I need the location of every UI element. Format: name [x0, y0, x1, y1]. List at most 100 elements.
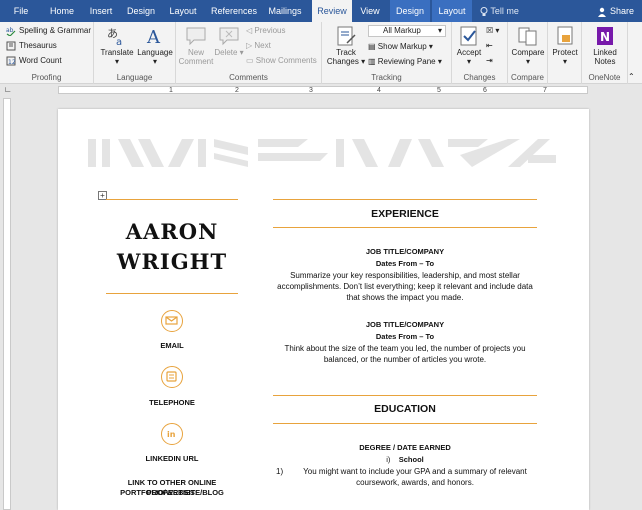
- previous-label: Previous: [254, 26, 286, 35]
- collapse-ribbon-icon[interactable]: ⌃: [628, 72, 635, 81]
- tab-selector-icon[interactable]: ∟: [4, 85, 12, 94]
- new-comment-label-1: New: [187, 48, 204, 57]
- group-label-changes: Changes: [463, 73, 496, 82]
- show-comments-button[interactable]: ▭ Show Comments: [246, 56, 317, 65]
- protect-button[interactable]: Protect ▾: [550, 25, 580, 66]
- next-change-button[interactable]: ⇥: [486, 56, 493, 65]
- chevron-down-icon: ▾: [437, 26, 442, 35]
- tab-view[interactable]: View: [356, 0, 384, 22]
- tab-review[interactable]: Review: [312, 0, 352, 22]
- linked-notes-button[interactable]: N Linked Notes: [584, 25, 626, 66]
- thesaurus-button[interactable]: Thesaurus: [6, 41, 57, 51]
- onenote-icon: N: [597, 27, 613, 45]
- previous-change-button[interactable]: ⇤: [486, 41, 493, 50]
- translate-button[interactable]: あa Translate ▾: [98, 25, 136, 66]
- group-label-compare: Compare: [511, 73, 544, 82]
- accept-label: Accept: [456, 48, 482, 57]
- vertical-ruler[interactable]: [3, 98, 11, 510]
- markup-select-value: All Markup: [383, 26, 421, 35]
- tab-design[interactable]: Design: [122, 0, 160, 22]
- linked-label-1: Linked: [593, 48, 617, 57]
- tab-insert[interactable]: Insert: [84, 0, 118, 22]
- reject-icon: ☒ ▾: [486, 26, 500, 35]
- lightbulb-icon: [480, 6, 488, 16]
- job2-description: Think about the size of the team you led…: [284, 344, 526, 364]
- next-change-icon: ⇥: [486, 56, 493, 65]
- education-description: You might want to include your GPA and a…: [303, 467, 527, 487]
- show-markup-button[interactable]: ▤ Show Markup ▾: [368, 42, 433, 51]
- compare-button[interactable]: Compare ▾: [510, 25, 546, 66]
- reject-button[interactable]: ☒ ▾: [486, 26, 499, 35]
- accept-icon: [460, 26, 477, 46]
- language-button[interactable]: A Language ▾: [136, 25, 174, 66]
- track-changes-button[interactable]: Track Changes ▾: [326, 25, 366, 66]
- delete-comment-button[interactable]: Delete ▾: [214, 25, 244, 57]
- group-proofing: abSpelling & Grammar Thesaurus 123Word C…: [0, 22, 94, 84]
- accept-button[interactable]: Accept ▾: [454, 25, 484, 66]
- job1-dates: Dates From – To: [375, 259, 435, 268]
- track-label-1: Track: [336, 48, 356, 57]
- translate-label: Translate: [100, 48, 134, 57]
- degree-line: DEGREE / DATE EARNED: [359, 443, 451, 452]
- tab-layout[interactable]: Layout: [164, 0, 202, 22]
- ruler-track[interactable]: 1 2 3 4 5 6 7: [58, 86, 588, 94]
- job1-title: JOB TITLE/COMPANY: [365, 247, 445, 256]
- share-label: Share: [609, 6, 634, 16]
- job2-dates: Dates From – To: [375, 332, 435, 341]
- next-comment-button[interactable]: ▷ Next: [246, 41, 271, 50]
- new-comment-label-2: Comment: [178, 57, 214, 66]
- translate-icon: あa: [107, 27, 122, 47]
- previous-comment-button[interactable]: ◁ Previous: [246, 26, 286, 35]
- tab-mailings[interactable]: Mailings: [264, 0, 306, 22]
- svg-text:N: N: [600, 30, 610, 44]
- linkedin-icon: in: [161, 423, 183, 445]
- experience-heading: EXPERIENCE: [371, 208, 439, 220]
- markup-select[interactable]: All Markup ▾: [368, 25, 446, 37]
- tab-references[interactable]: References: [208, 0, 260, 22]
- group-label-tracking: Tracking: [371, 73, 402, 82]
- previous-change-icon: ⇤: [486, 41, 493, 50]
- share-button[interactable]: Share: [597, 0, 634, 22]
- tab-file[interactable]: File: [6, 0, 36, 22]
- email-label: EMAIL: [160, 341, 184, 350]
- group-changes: Accept ▾ ☒ ▾ ⇤ ⇥ Changes: [452, 22, 508, 84]
- group-label-onenote: OneNote: [588, 73, 621, 82]
- group-label-proofing: Proofing: [31, 73, 62, 82]
- language-icon: A: [146, 27, 161, 47]
- ruler-mark: 1: [169, 87, 173, 94]
- word-count-button[interactable]: 123Word Count: [6, 56, 62, 66]
- show-markup-label: Show Markup: [377, 42, 427, 51]
- group-comments: New Comment Delete ▾ ◁ Previous ▷ Next ▭ …: [176, 22, 322, 84]
- group-tracking: Track Changes ▾ All Markup ▾ ▤ Show Marku…: [322, 22, 452, 84]
- protect-label: Protect: [552, 48, 578, 57]
- language-label: Language: [137, 48, 173, 57]
- divider-line: [273, 395, 537, 396]
- track-label-2: Changes: [326, 57, 359, 66]
- new-comment-button[interactable]: New Comment: [178, 25, 214, 66]
- tab-table-design[interactable]: Design: [390, 0, 430, 22]
- ruler-mark: 5: [437, 87, 441, 94]
- divider-line: [106, 293, 238, 294]
- tell-me-box[interactable]: Tell me: [480, 0, 519, 22]
- spelling-icon: ab: [6, 27, 16, 36]
- word-count-label: Word Count: [19, 56, 62, 66]
- linkedin-label: LINKEDIN URL: [145, 454, 199, 463]
- education-heading: EDUCATION: [374, 403, 436, 415]
- tab-table-layout[interactable]: Layout: [432, 0, 472, 22]
- delete-label: Delete: [214, 48, 238, 57]
- group-label-language: Language: [116, 73, 153, 82]
- telephone-icon: [161, 366, 183, 388]
- next-label: Next: [254, 41, 271, 50]
- tab-home[interactable]: Home: [42, 0, 82, 22]
- compare-label: Compare: [511, 48, 545, 57]
- show-comments-icon: ▭: [246, 56, 256, 65]
- svg-text:in: in: [167, 430, 176, 439]
- book-icon: [6, 41, 16, 51]
- group-onenote: N Linked Notes OneNote: [582, 22, 628, 84]
- reviewing-pane-button[interactable]: ▥ Reviewing Pane ▾: [368, 57, 442, 66]
- new-comment-icon: [186, 27, 206, 46]
- protect-icon: [557, 26, 573, 45]
- last-name: WRIGHT: [116, 249, 228, 274]
- document-page[interactable]: + AARON WRIGHT EMAIL TELEPHONE in LINKED…: [58, 109, 589, 510]
- spelling-grammar-button[interactable]: ab Spelling & Grammar: [6, 26, 91, 36]
